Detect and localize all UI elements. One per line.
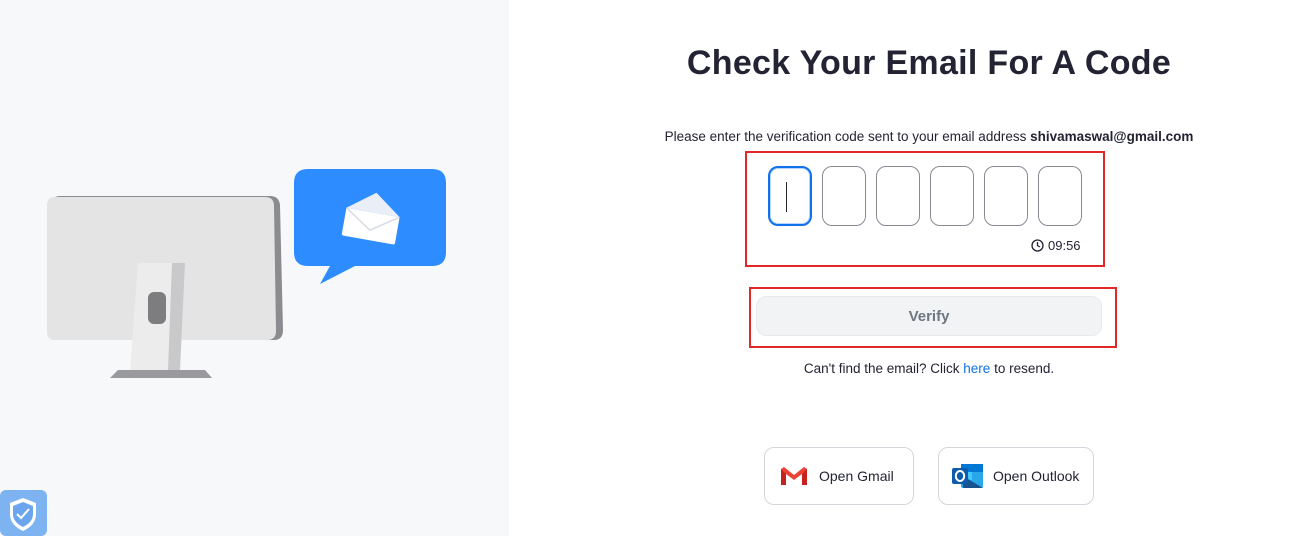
instruction-prefix: Please enter the verification code sent … — [664, 129, 1027, 144]
code-digit-3[interactable] — [876, 166, 920, 226]
verification-code-inputs — [768, 166, 1082, 228]
open-outlook-label: Open Outlook — [993, 468, 1080, 484]
timer-value: 09:56 — [1048, 237, 1081, 253]
gmail-icon — [781, 467, 807, 485]
clock-icon — [1031, 238, 1044, 252]
code-digit-2[interactable] — [822, 166, 866, 226]
resend-prefix: Can't find the email? Click — [803, 361, 960, 376]
shield-check-icon[interactable] — [0, 490, 47, 536]
resend-link[interactable]: here — [963, 361, 990, 376]
open-gmail-button[interactable]: Open Gmail — [764, 447, 914, 505]
open-outlook-button[interactable]: Open Outlook — [938, 447, 1094, 505]
countdown-timer: 09:56 — [1031, 237, 1081, 253]
outlook-icon — [952, 464, 983, 488]
verify-button[interactable]: Verify — [756, 296, 1102, 336]
code-digit-4[interactable] — [930, 166, 974, 226]
monitor-envelope-illustration — [47, 169, 446, 378]
email-address: shivamaswal@gmail.com — [1030, 129, 1194, 144]
open-gmail-label: Open Gmail — [819, 468, 894, 484]
instruction-text: Please enter the verification code sent … — [509, 129, 1295, 144]
code-digit-5[interactable] — [984, 166, 1028, 226]
text-caret — [786, 182, 787, 212]
illustration-panel — [0, 0, 509, 536]
page-title: Check Your Email For A Code — [686, 44, 1172, 82]
resend-suffix: to resend. — [994, 361, 1055, 376]
code-digit-1[interactable] — [768, 166, 812, 226]
resend-text: Can't find the email? Click here to rese… — [509, 361, 1295, 376]
verification-panel: Check Your Email For A Code Please enter… — [509, 0, 1295, 536]
code-digit-6[interactable] — [1038, 166, 1082, 226]
